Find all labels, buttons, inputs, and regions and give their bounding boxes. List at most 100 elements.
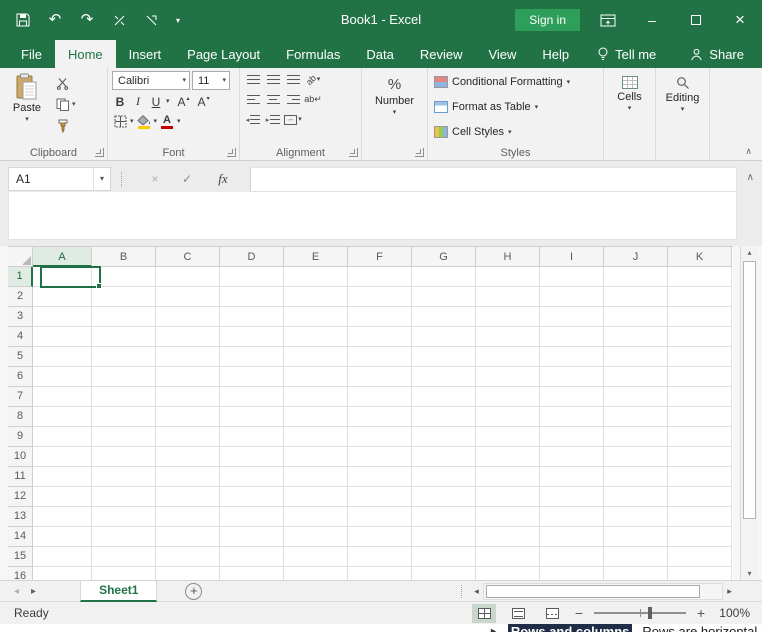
cell-G15[interactable] (412, 547, 476, 567)
cell-J4[interactable] (604, 327, 668, 347)
cell-C1[interactable] (156, 267, 220, 287)
cell-C11[interactable] (156, 467, 220, 487)
cell-A5[interactable] (33, 347, 92, 367)
column-header-J[interactable]: J (604, 247, 668, 267)
cell-F9[interactable] (348, 427, 412, 447)
cell-K2[interactable] (668, 287, 732, 307)
cell-B5[interactable] (92, 347, 156, 367)
tab-help[interactable]: Help (529, 40, 582, 68)
borders-button[interactable] (112, 113, 128, 130)
insert-function-icon[interactable]: fx (210, 167, 236, 191)
cell-H1[interactable] (476, 267, 540, 287)
cell-G12[interactable] (412, 487, 476, 507)
format-painter-button[interactable] (56, 118, 76, 133)
scroll-left-icon[interactable]: ◂ (470, 586, 483, 597)
align-center-button[interactable] (264, 91, 282, 108)
cell-F6[interactable] (348, 367, 412, 387)
horizontal-scrollbar-track[interactable] (483, 582, 723, 600)
cell-J10[interactable] (604, 447, 668, 467)
horizontal-scrollbar[interactable]: ◂ ▸ (470, 581, 736, 601)
cell-J9[interactable] (604, 427, 668, 447)
cell-K6[interactable] (668, 367, 732, 387)
cell-H10[interactable] (476, 447, 540, 467)
cell-F12[interactable] (348, 487, 412, 507)
name-box[interactable]: A1 ▾ (8, 167, 111, 191)
sheet-nav-right-icon[interactable]: ▸ (31, 586, 36, 597)
row-header-11[interactable]: 11 (8, 467, 33, 487)
cell-E10[interactable] (284, 447, 348, 467)
font-size-select[interactable]: 11 ▾ (192, 71, 230, 90)
cell-E2[interactable] (284, 287, 348, 307)
cell-E5[interactable] (284, 347, 348, 367)
cell-E11[interactable] (284, 467, 348, 487)
number-format-button[interactable]: % Number ▾ (366, 71, 423, 116)
cell-J11[interactable] (604, 467, 668, 487)
collapse-ribbon-icon[interactable]: ∧ (745, 146, 752, 157)
row-header-6[interactable]: 6 (8, 367, 33, 387)
column-header-D[interactable]: D (220, 247, 284, 267)
cell-A1[interactable] (33, 267, 92, 287)
cell-E9[interactable] (284, 427, 348, 447)
enter-icon[interactable]: ✓ (174, 167, 200, 191)
cell-G8[interactable] (412, 407, 476, 427)
cell-B10[interactable] (92, 447, 156, 467)
row-header-3[interactable]: 3 (8, 307, 33, 327)
cell-B15[interactable] (92, 547, 156, 567)
cell-J7[interactable] (604, 387, 668, 407)
editing-dropdown-icon[interactable]: ▾ (681, 106, 685, 113)
cell-I9[interactable] (540, 427, 604, 447)
cell-G14[interactable] (412, 527, 476, 547)
row-header-8[interactable]: 8 (8, 407, 33, 427)
cell-I13[interactable] (540, 507, 604, 527)
cell-E3[interactable] (284, 307, 348, 327)
cell-H13[interactable] (476, 507, 540, 527)
cell-H12[interactable] (476, 487, 540, 507)
vertical-scrollbar-thumb[interactable] (743, 261, 756, 519)
cell-B4[interactable] (92, 327, 156, 347)
merge-center-button[interactable]: ↔ ▾ (284, 111, 302, 128)
formula-bar-expanded-area[interactable] (8, 192, 737, 240)
cell-I1[interactable] (540, 267, 604, 287)
cell-D16[interactable] (220, 567, 284, 580)
cell-J14[interactable] (604, 527, 668, 547)
font-size-dropdown-icon[interactable]: ▾ (222, 77, 226, 84)
cell-I7[interactable] (540, 387, 604, 407)
cell-C5[interactable] (156, 347, 220, 367)
cell-I5[interactable] (540, 347, 604, 367)
cell-J3[interactable] (604, 307, 668, 327)
cell-C2[interactable] (156, 287, 220, 307)
row-header-1[interactable]: 1 (8, 267, 33, 287)
cell-K4[interactable] (668, 327, 732, 347)
cell-B13[interactable] (92, 507, 156, 527)
column-header-A[interactable]: A (33, 247, 92, 267)
italic-button[interactable]: I (130, 93, 146, 110)
page-layout-view-button[interactable] (506, 604, 530, 623)
cell-B11[interactable] (92, 467, 156, 487)
tab-formulas[interactable]: Formulas (273, 40, 353, 68)
sheet-nav-left-icon[interactable]: ◂ (14, 586, 19, 597)
tab-insert[interactable]: Insert (116, 40, 175, 68)
zoom-slider-thumb[interactable] (648, 607, 652, 619)
cell-H14[interactable] (476, 527, 540, 547)
cell-E4[interactable] (284, 327, 348, 347)
cell-G10[interactable] (412, 447, 476, 467)
cell-I12[interactable] (540, 487, 604, 507)
copy-dropdown-icon[interactable]: ▾ (72, 101, 76, 108)
cell-G11[interactable] (412, 467, 476, 487)
increase-indent-button[interactable]: ▸ (264, 111, 282, 128)
tell-me-control[interactable]: Tell me (597, 47, 656, 62)
cell-I11[interactable] (540, 467, 604, 487)
cell-J6[interactable] (604, 367, 668, 387)
number-format-dropdown-icon[interactable]: ▾ (393, 109, 397, 116)
cell-K15[interactable] (668, 547, 732, 567)
wrap-text-button[interactable]: ab↵ (304, 91, 322, 108)
cell-B2[interactable] (92, 287, 156, 307)
cell-A16[interactable] (33, 567, 92, 580)
cell-I3[interactable] (540, 307, 604, 327)
cell-J8[interactable] (604, 407, 668, 427)
page-break-view-button[interactable] (540, 604, 564, 623)
row-header-12[interactable]: 12 (8, 487, 33, 507)
cell-C13[interactable] (156, 507, 220, 527)
cell-D10[interactable] (220, 447, 284, 467)
font-dialog-launcher-icon[interactable] (227, 148, 236, 157)
